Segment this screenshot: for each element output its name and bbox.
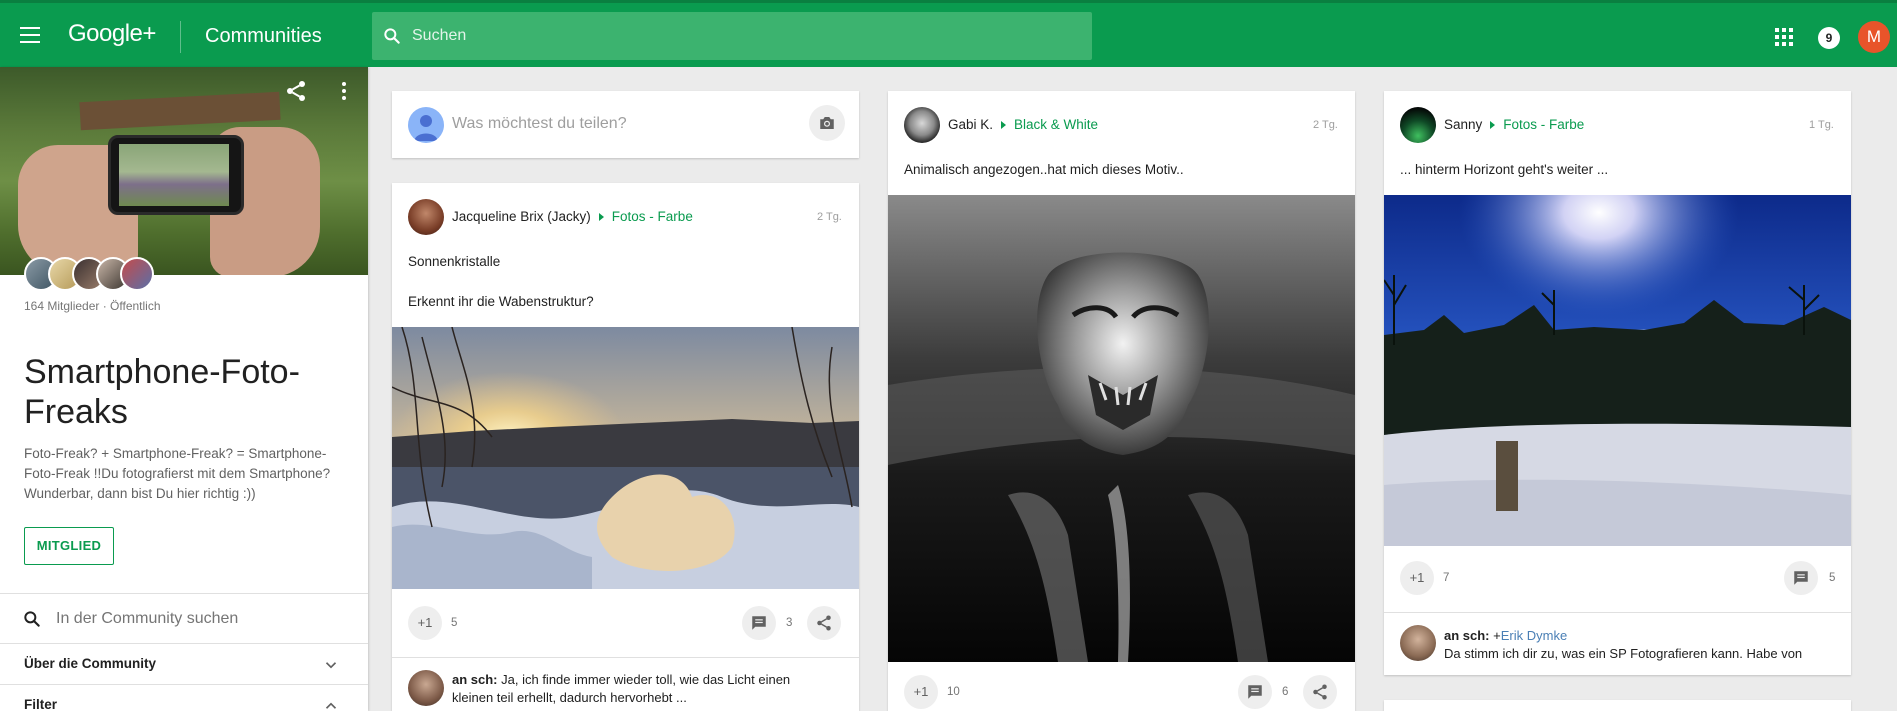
post-card: Sanny Fotos - Farbe 1 Tg. ... hinterm Hor…	[1384, 91, 1851, 675]
comment-preview[interactable]: an sch: +Erik Dymke Da stimm ich dir zu, …	[1444, 627, 1839, 663]
camera-icon	[820, 117, 834, 129]
post-time[interactable]: 1 Tg.	[1809, 119, 1834, 131]
community-search-input[interactable]	[56, 604, 346, 634]
comment-button[interactable]	[742, 606, 776, 640]
caret-right-icon	[1490, 120, 1496, 129]
share-icon	[1313, 684, 1327, 700]
caret-right-icon	[598, 212, 604, 221]
avatar	[408, 107, 444, 143]
menu-icon[interactable]	[20, 27, 44, 45]
account-avatar[interactable]: M	[1858, 21, 1890, 53]
community-sidebar: 164 Mitglieder · Öffentlich Smartphone-F…	[0, 67, 368, 711]
member-button[interactable]: MITGLIED	[24, 527, 114, 565]
post-card	[1384, 700, 1851, 711]
post-card: Gabi K. Black & White 2 Tg. Animalisch an…	[888, 91, 1355, 711]
search-icon	[24, 611, 40, 627]
avatar[interactable]	[408, 199, 444, 235]
comment-mention-prefix: +	[1493, 628, 1501, 643]
author-name[interactable]: Sanny	[1444, 117, 1482, 132]
comment-author: an sch:	[452, 672, 498, 687]
apps-icon[interactable]	[1775, 28, 1793, 46]
post-text: Sonnenkristalle	[408, 254, 501, 269]
community-description: Foto-Freak? + Smartphone-Freak? = Smartp…	[24, 446, 331, 501]
plus-one-button[interactable]: +1	[1400, 561, 1434, 595]
plus-one-count: 5	[451, 617, 458, 629]
comment-preview[interactable]: an sch: Ja, ich finde immer wieder toll,…	[452, 671, 847, 707]
notifications-badge[interactable]: 9	[1818, 27, 1840, 49]
comment-text: kleinen teil erhellt, dadurch hervorhebt…	[452, 690, 687, 705]
plus-one-button[interactable]: +1	[904, 675, 938, 709]
avatar	[120, 257, 154, 291]
chevron-up-icon	[325, 702, 337, 709]
about-community-row[interactable]: Über die Community	[0, 644, 368, 684]
avatar[interactable]	[1400, 625, 1436, 661]
post-header: Sanny Fotos - Farbe	[1444, 117, 1584, 132]
community-title: Smartphone-Foto-Freaks	[24, 353, 300, 431]
post-header: Jacqueline Brix (Jacky) Fotos - Farbe	[452, 209, 693, 224]
post-card: Jacqueline Brix (Jacky) Fotos - Farbe 2 T…	[392, 183, 859, 711]
top-app-bar: Google+ Communities 9 M	[0, 0, 1897, 67]
share-icon[interactable]	[284, 79, 308, 103]
post-photo[interactable]	[392, 327, 859, 589]
post-photo[interactable]	[888, 195, 1355, 662]
member-count: 164 Mitglieder · Öffentlich	[24, 299, 161, 313]
post-time[interactable]: 2 Tg.	[817, 211, 842, 223]
comment-mention[interactable]: Erik Dymke	[1501, 628, 1567, 643]
post-text: ... hinterm Horizont geht's weiter ...	[1400, 162, 1609, 177]
author-name[interactable]: Gabi K.	[948, 117, 993, 132]
global-search[interactable]	[372, 12, 1092, 60]
post-time[interactable]: 2 Tg.	[1313, 119, 1338, 131]
comment-count: 3	[786, 617, 793, 629]
share-icon	[817, 615, 831, 631]
post-text: Animalisch angezogen..hat mich dieses Mo…	[904, 162, 1184, 177]
post-photo[interactable]	[1384, 195, 1851, 546]
author-name[interactable]: Jacqueline Brix (Jacky)	[452, 209, 591, 224]
community-cover-photo	[0, 67, 368, 275]
divider	[392, 657, 859, 658]
post-text: Erkennt ihr die Wabenstruktur?	[408, 294, 594, 309]
caret-right-icon	[1001, 120, 1007, 129]
comment-button[interactable]	[1238, 675, 1272, 709]
about-community-label: Über die Community	[24, 656, 157, 671]
plus-one-count: 10	[947, 686, 960, 698]
plus-one-count: 7	[1443, 572, 1450, 584]
page-title[interactable]: Communities	[205, 25, 322, 48]
filter-row[interactable]: Filter	[0, 685, 368, 711]
comment-button[interactable]	[1784, 561, 1818, 595]
share-button[interactable]	[807, 606, 841, 640]
post-category[interactable]: Fotos - Farbe	[612, 209, 693, 224]
search-icon	[384, 28, 400, 44]
divider	[1384, 612, 1851, 613]
comment-text: Ja, ich finde immer wieder toll, wie das…	[501, 672, 791, 687]
share-button[interactable]	[1303, 675, 1337, 709]
filter-label: Filter	[24, 697, 58, 711]
google-plus-logo[interactable]: Google+	[68, 20, 156, 48]
post-category[interactable]: Fotos - Farbe	[1503, 117, 1584, 132]
comment-icon	[752, 616, 766, 630]
post-composer[interactable]: Was möchtest du teilen?	[392, 91, 859, 158]
composer-placeholder[interactable]: Was möchtest du teilen?	[452, 115, 627, 133]
post-header: Gabi K. Black & White	[948, 117, 1098, 132]
community-search[interactable]	[0, 594, 368, 644]
chevron-down-icon	[325, 662, 337, 669]
avatar[interactable]	[408, 670, 444, 706]
comment-icon	[1248, 685, 1262, 699]
comment-count: 6	[1282, 686, 1289, 698]
avatar[interactable]	[1400, 107, 1436, 143]
camera-button[interactable]	[809, 105, 845, 141]
header-divider	[180, 21, 181, 53]
plus-one-button[interactable]: +1	[408, 606, 442, 640]
more-vert-icon[interactable]	[332, 79, 356, 103]
comment-author: an sch:	[1444, 628, 1490, 643]
comment-count: 5	[1829, 572, 1836, 584]
post-category[interactable]: Black & White	[1014, 117, 1098, 132]
global-search-input[interactable]	[412, 12, 1072, 60]
comment-icon	[1794, 571, 1808, 585]
avatar[interactable]	[904, 107, 940, 143]
comment-text: Da stimm ich dir zu, was ein SP Fotograf…	[1444, 646, 1803, 661]
